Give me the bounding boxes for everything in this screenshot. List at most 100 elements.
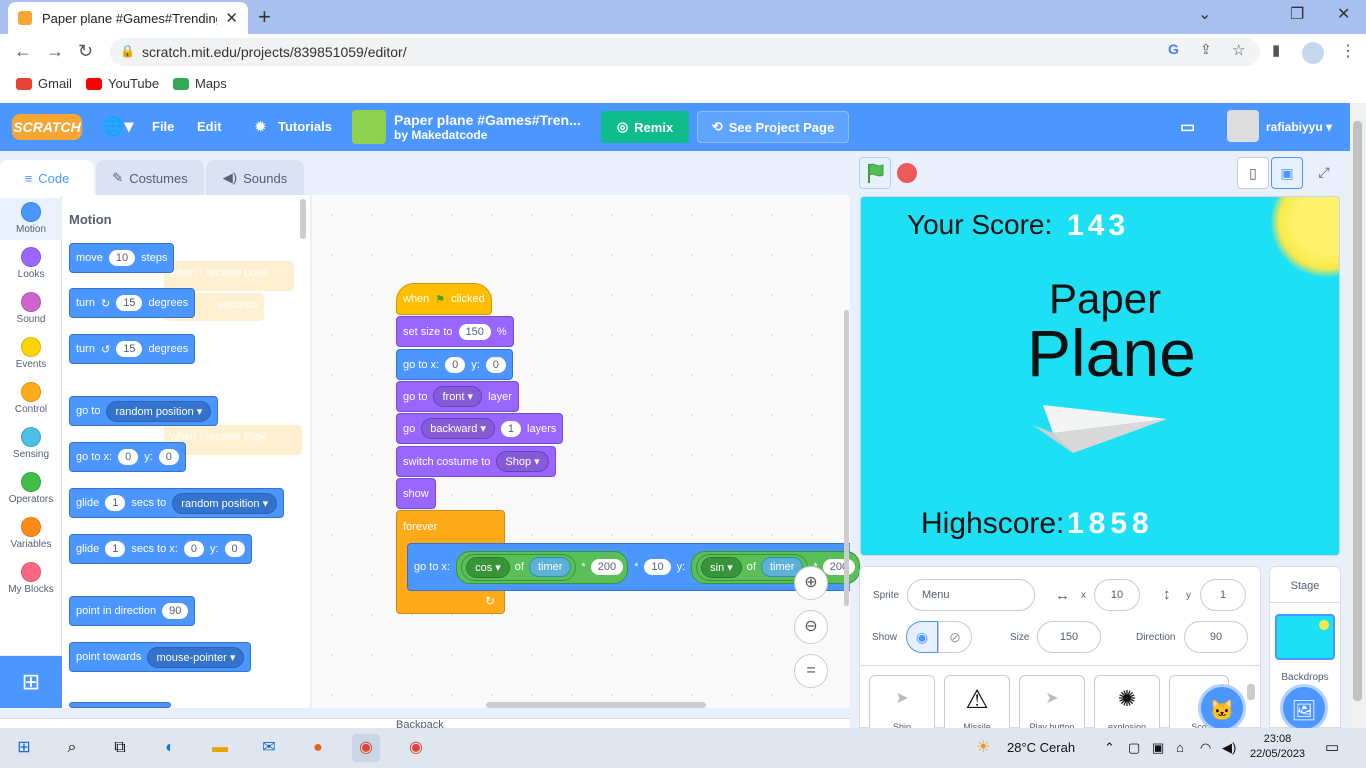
x-field[interactable]: 10 xyxy=(1094,579,1140,611)
zoom-in-button[interactable]: ⊕ xyxy=(794,566,828,600)
small-stage-icon[interactable]: ▯ xyxy=(1237,157,1269,189)
bookmark-gmail[interactable]: Gmail xyxy=(16,76,72,91)
stop-button[interactable] xyxy=(897,163,917,183)
category-looks[interactable]: Looks xyxy=(0,247,62,280)
block-goto-layer[interactable]: go to front ▾ layer xyxy=(396,381,519,412)
fullscreen-icon[interactable]: ⤢ xyxy=(1308,157,1340,189)
math-fn-dropdown[interactable]: sin ▾ xyxy=(701,556,742,578)
block-goto-xy-expression[interactable]: go to x: cos ▾ of timer * 200 * 10 y: sin ▾ o… xyxy=(407,543,861,591)
notifications-icon[interactable]: ▭ xyxy=(1325,738,1339,756)
add-sprite-button[interactable]: 🐱 xyxy=(1198,684,1246,732)
category-sound[interactable]: Sound xyxy=(0,292,62,325)
bookmark-youtube[interactable]: YouTube xyxy=(86,76,159,91)
block-turn-right[interactable]: turn ↻ 15 degrees xyxy=(69,288,196,318)
remix-button[interactable]: ◎ Remix xyxy=(601,111,689,143)
firefox-icon[interactable]: ● xyxy=(304,734,332,762)
tab-code[interactable]: ≡ Code xyxy=(0,160,94,196)
close-tab-icon[interactable]: ✕ xyxy=(225,9,238,27)
browser-tab[interactable]: Paper plane #Games#Trending o ✕ xyxy=(8,2,248,34)
file-explorer-icon[interactable]: ▬ xyxy=(206,734,234,762)
add-backdrop-button[interactable]: 🖼 xyxy=(1280,684,1328,732)
close-window-button[interactable]: ✕ xyxy=(1337,4,1350,24)
direction-dropdown[interactable]: backward ▾ xyxy=(421,418,495,439)
task-view-icon[interactable]: ⧉ xyxy=(106,734,134,762)
show-hidden-icon[interactable]: ⊘ xyxy=(938,621,972,653)
forward-icon[interactable]: → xyxy=(46,41,64,62)
glide-dropdown[interactable]: random position ▾ xyxy=(172,492,278,514)
language-globe-icon[interactable]: 🌐▾ xyxy=(102,116,133,137)
sprite-thumb-missile[interactable]: ⚠ Missile xyxy=(944,675,1010,735)
math-fn-dropdown[interactable]: cos ▾ xyxy=(466,556,510,578)
zoom-out-button[interactable]: ⊖ xyxy=(794,610,828,644)
reporter-timer[interactable]: timer xyxy=(528,557,572,577)
url-field[interactable]: 🔒 scratch.mit.edu/projects/839851059/edi… xyxy=(110,38,1260,66)
sprite-thumb-ship[interactable]: ➤ Ship xyxy=(869,675,935,735)
category-variables[interactable]: Variables xyxy=(0,517,62,550)
tab-search-icon[interactable]: ⌄ xyxy=(1198,4,1211,24)
category-control[interactable]: Control xyxy=(0,382,62,415)
page-scrollbar[interactable] xyxy=(1350,103,1366,728)
google-icon[interactable]: G xyxy=(1168,41,1179,57)
block-goto[interactable]: go to random position ▾ xyxy=(69,396,219,426)
workspace-horizontal-scrollbar[interactable] xyxy=(486,702,706,708)
wifi-icon[interactable]: ◠ xyxy=(1200,740,1211,756)
show-visible-icon[interactable]: ◉ xyxy=(906,621,938,653)
see-project-page-button[interactable]: ⟲ See Project Page xyxy=(697,111,849,143)
clock[interactable]: 23:08 22/05/2023 xyxy=(1250,732,1305,762)
mail-icon[interactable]: ✉ xyxy=(255,734,283,762)
windows-start-icon[interactable]: ⊞ xyxy=(10,734,38,762)
scratch-logo[interactable]: SCRATCH xyxy=(12,114,82,140)
project-title[interactable]: Paper plane #Games#Tren... xyxy=(394,112,581,128)
palette-scrollbar[interactable] xyxy=(300,199,306,239)
weather-text[interactable]: 28°C Cerah xyxy=(1007,740,1075,755)
stage-canvas[interactable]: Your Score: 143 Paper Plane Highscore: 1… xyxy=(860,196,1340,556)
tray-app-icon[interactable]: ▣ xyxy=(1152,740,1164,756)
restore-window-button[interactable]: ❐ xyxy=(1290,4,1304,24)
script-workspace[interactable] xyxy=(312,195,850,708)
block-point-towards[interactable]: point towards mouse-pointer ▾ xyxy=(69,642,252,672)
tray-chevron-icon[interactable]: ⌃ xyxy=(1104,740,1115,756)
direction-field[interactable]: 90 xyxy=(1184,621,1248,653)
layer-dropdown[interactable]: front ▾ xyxy=(433,386,483,407)
point-towards-dropdown[interactable]: mouse-pointer ▾ xyxy=(147,646,245,668)
block-glide-xy[interactable]: glide 1 secs to x: 0 y: 0 xyxy=(69,534,252,564)
volume-icon[interactable]: ◀) xyxy=(1222,740,1236,756)
profile-icon[interactable] xyxy=(1302,42,1324,64)
file-menu[interactable]: File xyxy=(152,119,174,134)
backpack[interactable]: Backpack xyxy=(0,718,850,728)
block-set-size[interactable]: set size to 150% xyxy=(396,316,514,347)
sprite-thumb-play-button[interactable]: ➤ Play button xyxy=(1019,675,1085,735)
workspace-vertical-scrollbar[interactable] xyxy=(844,310,849,606)
my-stuff-folder-icon[interactable]: ▭ xyxy=(1180,117,1195,137)
reload-icon[interactable]: ↻ xyxy=(78,41,93,62)
block-turn-left[interactable]: turn ↺ 15 degrees xyxy=(69,334,196,364)
account-menu[interactable]: rafiabiyyu ▾ xyxy=(1266,120,1332,134)
block-go-backward-layers[interactable]: go backward ▾ 1 layers xyxy=(396,413,564,444)
network-icon[interactable]: ⌂ xyxy=(1176,740,1184,755)
side-panel-icon[interactable]: ▮ xyxy=(1272,41,1280,59)
costume-dropdown[interactable]: Shop ▾ xyxy=(496,451,549,472)
tab-sounds[interactable]: ◀) Sounds xyxy=(206,160,304,196)
category-sensing[interactable]: Sensing xyxy=(0,427,62,460)
tutorials-menu[interactable]: Tutorials xyxy=(278,119,332,134)
add-extension-button[interactable]: ⊞ xyxy=(0,656,62,708)
bookmark-star-icon[interactable]: ☆ xyxy=(1232,41,1245,59)
operator-math-cos[interactable]: cos ▾ of timer xyxy=(461,553,577,581)
sprite-name-field[interactable]: Menu xyxy=(907,579,1035,611)
block-point-direction[interactable]: point in direction 90 xyxy=(69,596,196,626)
block-goto-xy[interactable]: go to x: 0 y: 0 xyxy=(396,349,513,380)
sprite-thumb-explosion[interactable]: ✺ explosion xyxy=(1094,675,1160,735)
chrome-icon[interactable]: ◉ xyxy=(402,734,430,762)
block-move[interactable]: move 10 steps xyxy=(69,243,175,273)
goto-dropdown[interactable]: random position ▾ xyxy=(106,400,212,422)
tray-app-icon[interactable]: ▢ xyxy=(1128,740,1140,756)
sprite-list-scrollbar[interactable] xyxy=(1247,684,1255,700)
category-events[interactable]: Events xyxy=(0,337,62,370)
share-icon[interactable]: ⇪ xyxy=(1200,41,1212,58)
operator-multiply[interactable]: cos ▾ of timer * 200 xyxy=(456,550,629,584)
large-stage-icon[interactable]: ▣ xyxy=(1271,157,1303,189)
category-my-blocks[interactable]: My Blocks xyxy=(0,562,62,595)
block-partial[interactable] xyxy=(69,702,171,708)
bookmark-maps[interactable]: Maps xyxy=(173,76,227,91)
operator-multiply[interactable]: sin ▾oftimer *200 xyxy=(691,550,861,584)
